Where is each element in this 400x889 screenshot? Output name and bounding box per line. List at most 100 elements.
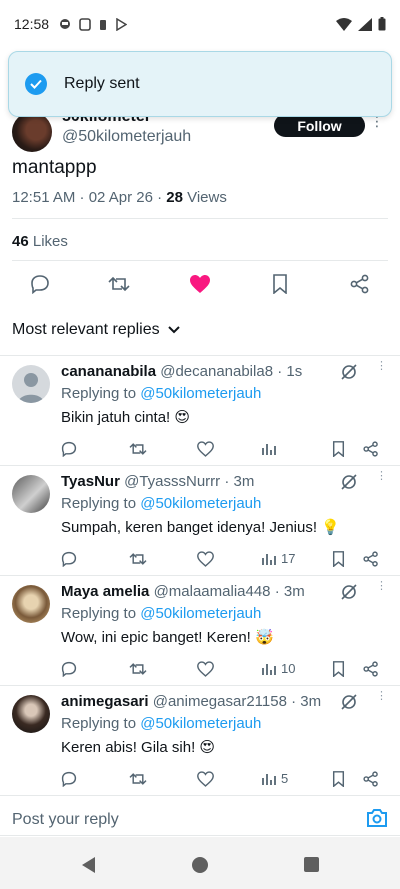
replying-to: Replying to @50kilometerjauh bbox=[61, 715, 262, 732]
reply-item[interactable]: Maya amelia @malaamalia448 · 3m ⋮ Replyi… bbox=[0, 575, 400, 685]
repost-icon[interactable] bbox=[129, 441, 147, 457]
grok-icon[interactable] bbox=[340, 363, 358, 381]
divider bbox=[0, 795, 400, 796]
grok-icon[interactable] bbox=[340, 693, 358, 711]
views-count: 28 bbox=[166, 189, 183, 206]
back-icon[interactable] bbox=[82, 857, 96, 873]
like-icon[interactable] bbox=[197, 441, 214, 457]
app-icon bbox=[79, 17, 91, 31]
replying-to: Replying to @50kilometerjauh bbox=[61, 495, 262, 512]
reply-icon[interactable] bbox=[61, 771, 77, 787]
reply-item[interactable]: canananabila @decananabila8 · 1s ⋮ Reply… bbox=[0, 355, 400, 465]
like-icon[interactable] bbox=[197, 551, 214, 567]
reply-more-icon[interactable]: ⋮ bbox=[376, 361, 387, 372]
repost-icon[interactable] bbox=[129, 551, 147, 567]
status-time: 12:58 bbox=[14, 16, 50, 32]
system-nav-bar bbox=[0, 837, 400, 889]
tweet-meta: 12:51 AM · 02 Apr 26 · 28 Views bbox=[12, 189, 227, 206]
reply-views: 10 bbox=[281, 661, 296, 676]
reply-avatar[interactable] bbox=[12, 475, 50, 513]
reply-time: · 3m bbox=[224, 473, 255, 490]
reply-text: Keren abis! Gila sih! 😍 bbox=[61, 739, 216, 756]
share-icon[interactable] bbox=[363, 771, 379, 787]
reply-author-handle: @TyasssNurrr bbox=[124, 473, 221, 490]
reply-avatar[interactable] bbox=[12, 365, 50, 403]
status-bar: 12:58 bbox=[0, 0, 400, 48]
views-icon[interactable]: 5 bbox=[262, 771, 288, 786]
reply-sent-toast[interactable]: Reply sent bbox=[8, 51, 392, 117]
share-icon[interactable] bbox=[348, 272, 372, 296]
reply-more-icon[interactable]: ⋮ bbox=[376, 691, 387, 702]
home-icon[interactable] bbox=[192, 857, 208, 873]
replying-to-handle[interactable]: @50kilometerjauh bbox=[140, 495, 261, 512]
reply-views: 17 bbox=[281, 551, 296, 566]
reply-more-icon[interactable]: ⋮ bbox=[376, 581, 387, 592]
share-icon[interactable] bbox=[363, 441, 379, 457]
likes-label: Likes bbox=[28, 233, 68, 250]
reply-more-icon[interactable]: ⋮ bbox=[376, 471, 387, 482]
repost-icon[interactable] bbox=[129, 661, 147, 677]
reply-item[interactable]: TyasNur @TyasssNurrr · 3m ⋮ Replying to … bbox=[0, 465, 400, 575]
likes-count: 46 bbox=[12, 233, 29, 250]
views-icon[interactable] bbox=[262, 441, 281, 456]
reply-author: canananabila @decananabila8 · 1s bbox=[61, 363, 302, 380]
replies-sort-dropdown[interactable]: Most relevant replies bbox=[12, 321, 180, 339]
replying-to-handle[interactable]: @50kilometerjauh bbox=[140, 715, 261, 732]
author-avatar[interactable] bbox=[12, 112, 52, 152]
reply-author-name[interactable]: TyasNur bbox=[61, 473, 120, 490]
like-filled-icon[interactable] bbox=[188, 272, 212, 296]
reply-actions: 17 bbox=[61, 551, 381, 571]
reply-text: Wow, ini epic banget! Keren! 🤯 bbox=[61, 629, 274, 646]
reply-input[interactable]: Post your reply bbox=[12, 811, 119, 829]
reply-composer[interactable]: Post your reply bbox=[0, 805, 400, 835]
reply-author: Maya amelia @malaamalia448 · 3m bbox=[61, 583, 305, 600]
reply-time: · 1s bbox=[277, 363, 303, 380]
views-label: Views bbox=[182, 189, 227, 206]
replying-to-handle[interactable]: @50kilometerjauh bbox=[140, 385, 261, 402]
bookmark-icon[interactable] bbox=[332, 441, 345, 457]
bookmark-icon[interactable] bbox=[332, 771, 345, 787]
bookmark-icon[interactable] bbox=[268, 272, 292, 296]
like-icon[interactable] bbox=[197, 661, 214, 677]
grok-icon[interactable] bbox=[340, 473, 358, 491]
repost-icon[interactable] bbox=[129, 771, 147, 787]
share-icon[interactable] bbox=[363, 661, 379, 677]
repost-icon[interactable] bbox=[107, 272, 131, 296]
views-icon[interactable]: 17 bbox=[262, 551, 295, 566]
notification-icon bbox=[60, 19, 71, 29]
camera-icon[interactable] bbox=[366, 808, 388, 828]
grok-icon[interactable] bbox=[340, 583, 358, 601]
reply-avatar[interactable] bbox=[12, 695, 50, 733]
reply-avatar[interactable] bbox=[12, 585, 50, 623]
replying-to-handle[interactable]: @50kilometerjauh bbox=[140, 605, 261, 622]
like-icon[interactable] bbox=[197, 771, 214, 787]
reply-item[interactable]: animegasari @animegasar21158 · 3m ⋮ Repl… bbox=[0, 685, 400, 795]
reply-author: TyasNur @TyasssNurrr · 3m bbox=[61, 473, 254, 490]
recents-icon[interactable] bbox=[304, 857, 319, 872]
signal-icon bbox=[358, 17, 372, 31]
battery-icon bbox=[378, 17, 386, 31]
toast-message: Reply sent bbox=[64, 75, 140, 92]
author-handle[interactable]: @50kilometerjauh bbox=[62, 128, 191, 146]
share-icon[interactable] bbox=[363, 551, 379, 567]
bookmark-icon[interactable] bbox=[332, 551, 345, 567]
reply-icon[interactable] bbox=[28, 272, 52, 296]
bookmark-icon[interactable] bbox=[332, 661, 345, 677]
likes-stat[interactable]: 46 Likes bbox=[12, 233, 68, 250]
views-icon[interactable]: 10 bbox=[262, 661, 295, 676]
reply-author-handle: @malaamalia448 bbox=[153, 583, 271, 600]
divider bbox=[12, 218, 388, 219]
reply-time: · 3m bbox=[291, 693, 322, 710]
reply-icon[interactable] bbox=[61, 551, 77, 567]
reply-author-name[interactable]: canananabila bbox=[61, 363, 156, 380]
reply-icon[interactable] bbox=[61, 441, 77, 457]
reply-author-name[interactable]: Maya amelia bbox=[61, 583, 149, 600]
reply-icon[interactable] bbox=[61, 661, 77, 677]
replies-sort-label: Most relevant replies bbox=[12, 321, 160, 338]
chevron-down-icon bbox=[167, 326, 180, 334]
divider bbox=[0, 835, 400, 836]
reply-author-name[interactable]: animegasari bbox=[61, 693, 149, 710]
reply-text: Sumpah, keren banget idenya! Jenius! 💡 bbox=[61, 519, 340, 536]
follow-button[interactable]: Follow bbox=[274, 114, 365, 137]
tweet-actions bbox=[0, 272, 400, 300]
